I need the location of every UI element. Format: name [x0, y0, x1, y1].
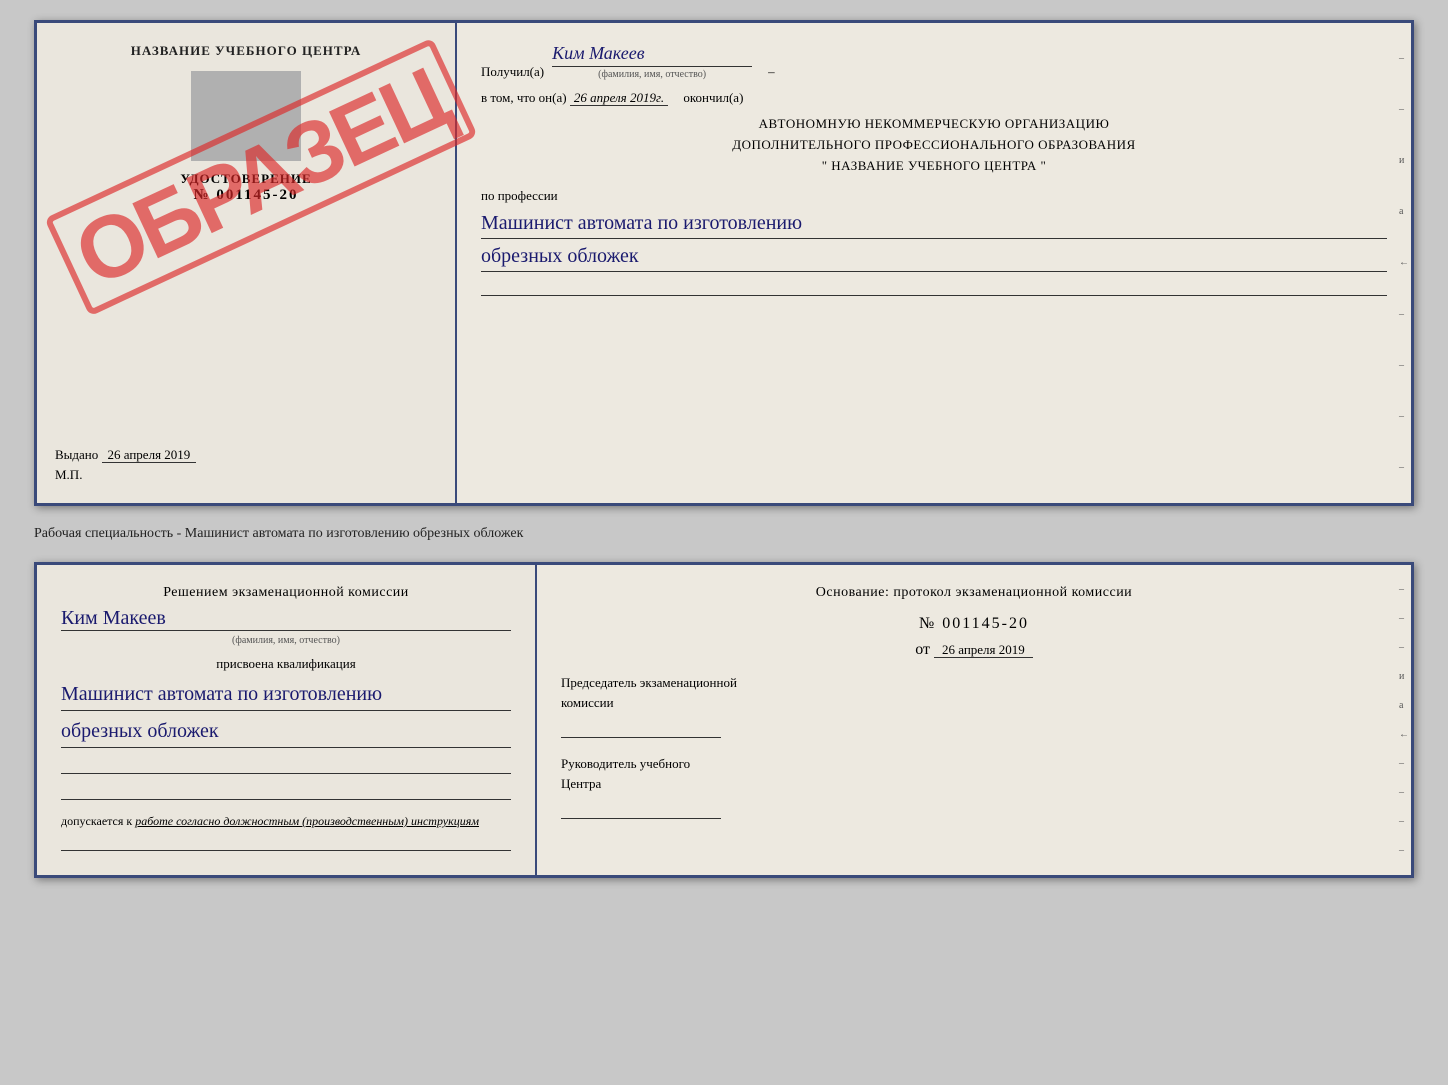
- centr-label: Центра: [561, 774, 1387, 794]
- kvali-underline2: [61, 778, 511, 800]
- poluchil-label: Получил(а): [481, 64, 544, 80]
- prisvoena-label: присвоена квалификация: [61, 656, 511, 672]
- separator-text: Рабочая специальность - Машинист автомат…: [34, 522, 1414, 546]
- photo-placeholder: [191, 71, 301, 161]
- reshenie-label: Решением экзаменационной комиссии: [61, 585, 511, 601]
- doc-bottom-left: Решением экзаменационной комиссии Ким Ма…: [37, 565, 537, 875]
- org-quote2: ": [1040, 158, 1046, 173]
- udostoverenie-block: УДОСТОВЕРЕНИЕ № 001145-20: [55, 171, 437, 204]
- vydano-label: Выдано: [55, 447, 98, 462]
- edge-mark-i: и: [1399, 155, 1409, 166]
- document-top: НАЗВАНИЕ УЧЕБНОГО ЦЕНТРА УДОСТОВЕРЕНИЕ №…: [34, 20, 1414, 506]
- org-line2: ДОПОЛНИТЕЛЬНОГО ПРОФЕССИОНАЛЬНОГО ОБРАЗО…: [481, 135, 1387, 156]
- ot-date-row: от 26 апреля 2019: [561, 641, 1387, 659]
- kvali-line1: Машинист автомата по изготовлению: [61, 678, 511, 711]
- po-professii-label: по профессии: [481, 188, 1387, 204]
- predsedatel-sign-line: [561, 718, 721, 738]
- predsedatel-label: Председатель экзаменационной: [561, 673, 1387, 693]
- okonchil-label: окончил(а): [683, 90, 743, 105]
- doc-top-left: НАЗВАНИЕ УЧЕБНОГО ЦЕНТРА УДОСТОВЕРЕНИЕ №…: [37, 23, 457, 503]
- profession-line1: Машинист автомата по изготовлению: [481, 208, 1387, 239]
- ot-date: 26 апреля 2019: [934, 642, 1033, 658]
- edge-mark-1: –: [1399, 53, 1409, 64]
- vt-label: в том, что он(а): [481, 90, 567, 105]
- vydano-date: 26 апреля 2019: [102, 447, 197, 463]
- rukovoditel-block: Руководитель учебного Центра: [561, 754, 1387, 819]
- edge-mark-a: а: [1399, 206, 1409, 217]
- fio-hint-top: (фамилия, имя, отчество): [552, 69, 752, 80]
- fio-hint-bottom: (фамилия, имя, отчество): [61, 635, 511, 646]
- edge-mark-2: –: [1399, 104, 1409, 115]
- org-name: НАЗВАНИЕ УЧЕБНОГО ЦЕНТРА: [831, 158, 1036, 173]
- poluchil-row: Получил(а) Ким Макеев (фамилия, имя, отч…: [481, 43, 1387, 80]
- rukovoditel-label: Руководитель учебного: [561, 754, 1387, 774]
- underline-spare1: [481, 274, 1387, 296]
- komissia-label: комиссии: [561, 693, 1387, 713]
- top-left-title: НАЗВАНИЕ УЧЕБНОГО ЦЕНТРА: [55, 43, 437, 59]
- dopuskaetsya-underline: [61, 829, 511, 851]
- edge-mark-l: ←: [1399, 257, 1409, 268]
- vt-line: в том, что он(а) 26 апреля 2019г. окончи…: [481, 90, 1387, 106]
- kvali-underline1: [61, 752, 511, 774]
- ot-label: от: [915, 641, 930, 658]
- vydano-line: Выдано 26 апреля 2019: [55, 447, 437, 463]
- protocol-number: № 001145-20: [561, 615, 1387, 633]
- poluchil-name: Ким Макеев: [552, 43, 752, 67]
- udostoverenie-label: УДОСТОВЕРЕНИЕ: [55, 171, 437, 187]
- komissia-name: Ким Макеев: [61, 607, 511, 631]
- edge-mark-4: –: [1399, 360, 1409, 371]
- document-bottom: Решением экзаменационной комиссии Ким Ма…: [34, 562, 1414, 878]
- profession-line2: обрезных обложек: [481, 241, 1387, 272]
- bottom-right-edge-marks: – – – и а ← – – – –: [1399, 565, 1409, 875]
- udostoverenie-number: № 001145-20: [55, 187, 437, 204]
- doc-top-right: Получил(а) Ким Макеев (фамилия, имя, отч…: [457, 23, 1411, 503]
- mp-line: М.П.: [55, 467, 437, 483]
- edge-mark-6: –: [1399, 462, 1409, 473]
- right-edge-marks: – – и а ← – – – –: [1399, 23, 1409, 503]
- edge-mark-3: –: [1399, 309, 1409, 320]
- org-name-line: " НАЗВАНИЕ УЧЕБНОГО ЦЕНТРА ": [481, 156, 1387, 177]
- rukovoditel-sign-line: [561, 799, 721, 819]
- dopuskaetsya-value: работе согласно должностным (производств…: [135, 814, 479, 828]
- predsedatel-block: Председатель экзаменационной комиссии: [561, 673, 1387, 738]
- date-value: 26 апреля 2019г.: [570, 90, 668, 106]
- dopuskaetsya-row: допускается к работе согласно должностны…: [61, 814, 511, 829]
- osnovanie-label: Основание: протокол экзаменационной коми…: [561, 585, 1387, 601]
- dopuskaetsya-label: допускается к: [61, 814, 132, 828]
- org-block: АВТОНОМНУЮ НЕКОММЕРЧЕСКУЮ ОРГАНИЗАЦИЮ ДО…: [481, 114, 1387, 176]
- org-line1: АВТОНОМНУЮ НЕКОММЕРЧЕСКУЮ ОРГАНИЗАЦИЮ: [481, 114, 1387, 135]
- kvali-line2: обрезных обложек: [61, 715, 511, 748]
- edge-mark-5: –: [1399, 411, 1409, 422]
- doc-bottom-right: Основание: протокол экзаменационной коми…: [537, 565, 1411, 875]
- org-quote1: ": [822, 158, 828, 173]
